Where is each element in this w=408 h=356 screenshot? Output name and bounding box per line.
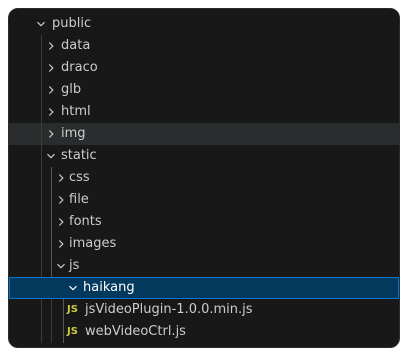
chevron-right-icon [43,123,59,145]
tree-item-data[interactable]: data [9,35,399,57]
tree-item-public[interactable]: public [9,13,399,35]
indent-guide [41,211,42,233]
tree-item-label: html [61,104,91,119]
tree-item-label: images [69,236,117,251]
tree-item-label: draco [61,60,98,75]
tree-item-label: static [61,148,97,163]
chevron-right-icon [53,233,69,255]
indent-guide [51,167,52,189]
explorer-panel: public data draco glb html img static cs… [8,8,400,348]
tree-item-jsvideoplugin[interactable]: JS jsVideoPlugin-1.0.0.min.js [9,299,399,321]
tree-item-glb[interactable]: glb [9,79,399,101]
indent-guide [41,79,42,101]
chevron-right-icon [53,211,69,233]
tree-item-file[interactable]: file [9,189,399,211]
indent-guide [63,321,64,343]
indent-guide [51,255,52,277]
chevron-right-icon [53,189,69,211]
tree-item-label: data [61,38,91,53]
indent-guide [51,211,52,233]
tree-item-label: jsVideoPlugin-1.0.0.min.js [85,302,253,317]
chevron-down-icon [53,255,69,277]
tree-item-label: glb [61,82,82,97]
tree-item-label: haikang [83,280,135,295]
tree-item-label: file [69,192,89,207]
chevron-right-icon [53,167,69,189]
indent-guide [41,123,42,145]
chevron-right-icon [43,101,59,123]
indent-guide [63,299,64,321]
tree-item-css[interactable]: css [9,167,399,189]
indent-guide [41,299,42,321]
indent-guide [41,35,42,57]
indent-guide [41,233,42,255]
indent-guide [41,167,42,189]
file-tree: public data draco glb html img static cs… [9,13,399,343]
chevron-right-icon [43,35,59,57]
tree-item-img[interactable]: img [9,123,399,145]
indent-guide [51,189,52,211]
indent-guide [41,189,42,211]
indent-guide [51,321,52,343]
tree-item-haikang[interactable]: haikang [9,277,399,299]
tree-item-label: webVideoCtrl.js [85,324,186,339]
indent-guide [41,57,42,79]
tree-item-label: js [69,258,80,273]
chevron-down-icon [33,13,49,35]
js-file-icon: JS [67,326,78,337]
chevron-down-icon [43,145,59,167]
tree-item-static[interactable]: static [9,145,399,167]
tree-item-webvideoctrl[interactable]: JS webVideoCtrl.js [9,321,399,343]
indent-guide [51,299,52,321]
indent-guide [41,321,42,343]
tree-item-label: css [69,170,90,185]
indent-guide [51,233,52,255]
tree-item-label: public [52,16,92,31]
indent-guide [41,255,42,277]
tree-item-html[interactable]: html [9,101,399,123]
indent-guide [41,145,42,167]
tree-item-draco[interactable]: draco [9,57,399,79]
chevron-right-icon [43,79,59,101]
tree-item-js[interactable]: js [9,255,399,277]
tree-item-fonts[interactable]: fonts [9,211,399,233]
tree-item-images[interactable]: images [9,233,399,255]
chevron-down-icon [65,277,81,299]
js-file-icon: JS [67,304,78,315]
tree-item-label: img [61,126,86,141]
tree-item-label: fonts [69,214,102,229]
chevron-right-icon [43,57,59,79]
indent-guide [41,101,42,123]
